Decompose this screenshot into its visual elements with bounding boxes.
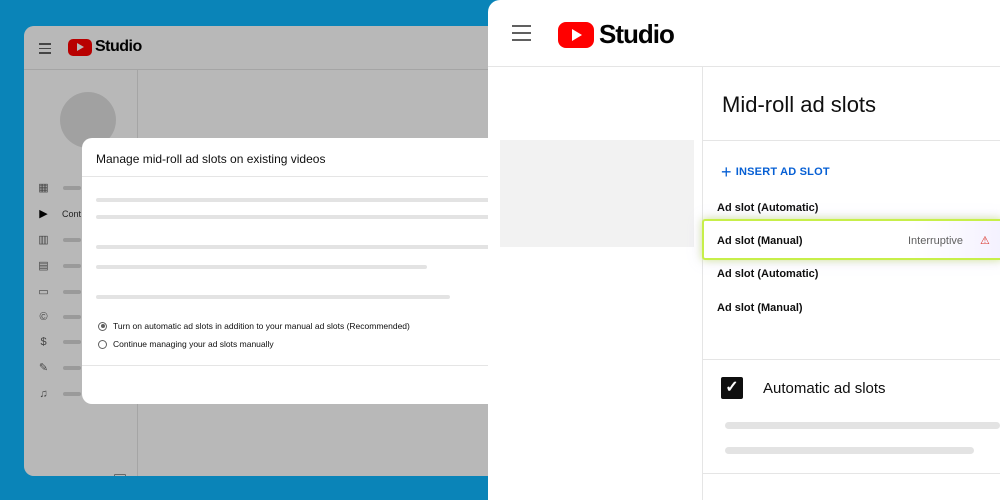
divider [703,140,1000,141]
divider [82,365,502,366]
divider [703,359,1000,360]
video-thumbnail[interactable] [500,140,694,247]
skeleton-line [96,198,502,202]
dialog-title: Manage mid-roll ad slots on existing vid… [96,152,326,166]
divider [703,473,1000,474]
radio-label: Continue managing your ad slots manually [113,339,274,349]
front-studio-window: Studio Mid-roll ad slots + INSERT AD SLO… [488,0,1000,500]
menu-icon[interactable] [512,25,531,41]
youtube-studio-logo[interactable]: Studio [558,19,675,50]
interruptive-status: Interruptive [908,235,964,247]
radio-option-manual[interactable]: Continue managing your ad slots manually [98,339,274,349]
youtube-play-icon [558,21,594,48]
divider [82,176,502,177]
radio-button[interactable] [98,339,107,349]
radio-button[interactable] [98,321,107,331]
insert-button-label: INSERT AD SLOT [735,166,830,178]
skeleton-line [96,295,450,299]
warning-icon: ⚠ [980,235,990,247]
plus-icon: + [721,162,732,182]
ad-slot-row[interactable]: Ad slot (Automatic) [717,202,818,214]
skeleton-line [725,447,974,454]
skeleton-line [725,422,1000,429]
ad-slot-row[interactable]: Ad slot (Automatic) [717,268,818,280]
automatic-ad-slots-label: Automatic ad slots [763,380,886,397]
page-title: Mid-roll ad slots [722,92,877,117]
video-preview-column [488,67,703,500]
ad-slot-row-highlighted[interactable]: Ad slot (Manual) Interruptive ⚠ [702,219,1000,260]
skeleton-line [96,265,427,269]
radio-option-automatic[interactable]: Turn on automatic ad slots in addition t… [98,321,410,331]
logo-text: Studio [599,19,675,49]
ad-slot-label: Ad slot (Manual) [717,235,803,247]
ad-slot-row[interactable]: Ad slot (Manual) [717,302,803,314]
automatic-ad-slots-checkbox[interactable]: ✓ [721,377,743,399]
front-header: Studio [488,0,1000,67]
skeleton-line [96,215,502,219]
manage-ad-slots-dialog: Manage mid-roll ad slots on existing vid… [82,138,502,404]
insert-ad-slot-button[interactable]: + INSERT AD SLOT [721,162,830,182]
radio-label: Turn on automatic ad slots in addition t… [113,321,410,331]
skeleton-line [96,245,502,249]
